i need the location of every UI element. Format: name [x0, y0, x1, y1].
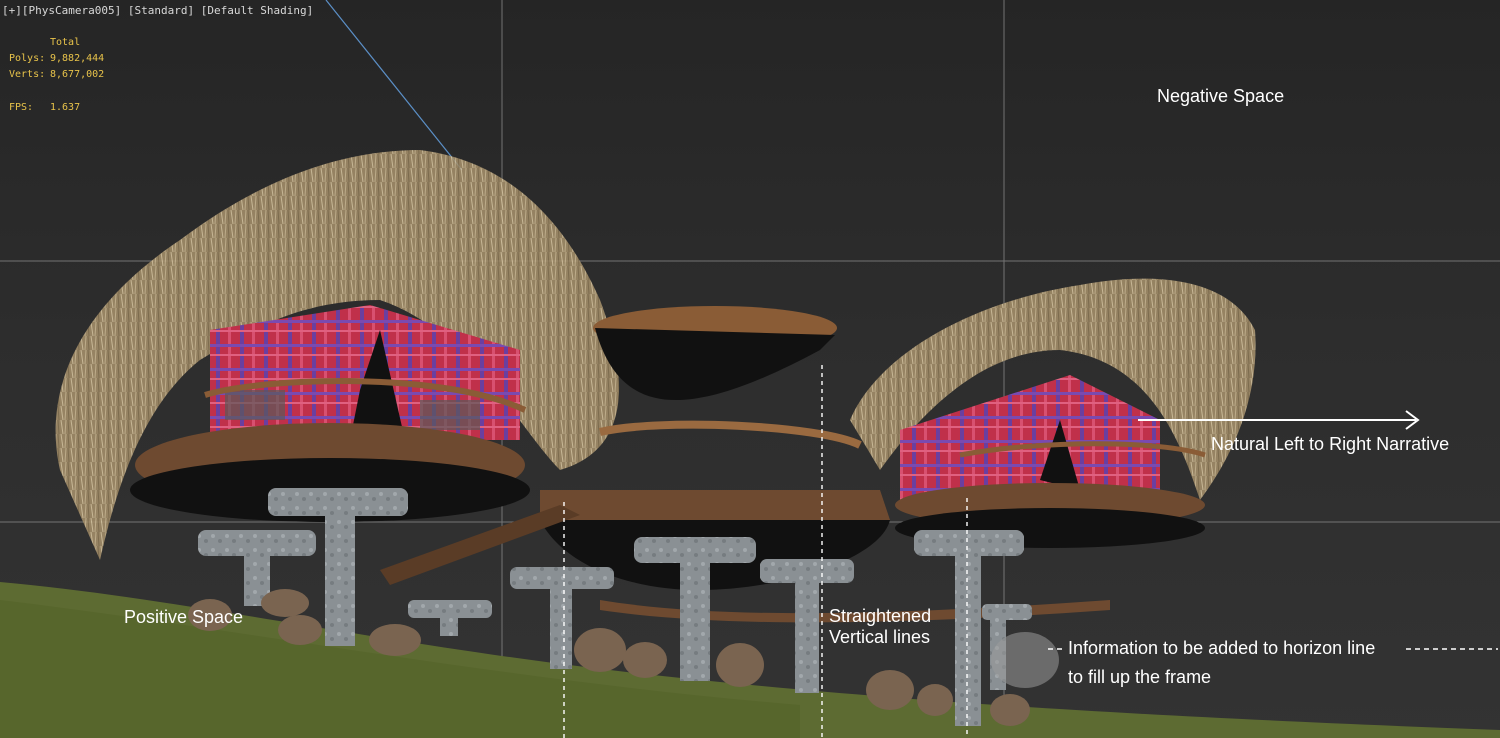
straightened-label-line1: Straightened	[829, 606, 932, 626]
fps-value: 1.637	[50, 102, 81, 113]
camera-menu[interactable]: [PhysCamera005]	[22, 4, 121, 17]
narrative-label: Natural Left to Right Narrative	[1211, 434, 1450, 454]
info-label-line2: to fill up the frame	[1068, 667, 1212, 687]
positive-space-label: Positive Space	[124, 607, 244, 627]
stats-overlay: Total Polys: 9,882,444 Verts: 8,677,002 …	[0, 35, 120, 125]
viewport-menu-plus[interactable]: [+]	[2, 4, 22, 17]
polys-label: Polys:	[9, 53, 46, 64]
straightened-label-line2: Vertical lines	[829, 627, 931, 647]
verts-value: 8,677,002	[50, 69, 105, 80]
3d-viewport[interactable]: [+][PhysCamera005] [Standard] [Default S…	[0, 0, 1500, 738]
shading-menu[interactable]: [Default Shading]	[201, 4, 314, 17]
stats-header: Total	[50, 37, 81, 48]
fps-label: FPS:	[9, 102, 34, 113]
viewport-label: [+][PhysCamera005] [Standard] [Default S…	[2, 4, 313, 17]
info-label-line1: Information to be added to horizon line	[1068, 638, 1376, 658]
polys-value: 9,882,444	[50, 53, 105, 64]
render-mode-menu[interactable]: [Standard]	[128, 4, 194, 17]
camera-target-line	[325, 0, 463, 171]
negative-space-label: Negative Space	[1157, 86, 1285, 106]
verts-label: Verts:	[9, 69, 46, 80]
